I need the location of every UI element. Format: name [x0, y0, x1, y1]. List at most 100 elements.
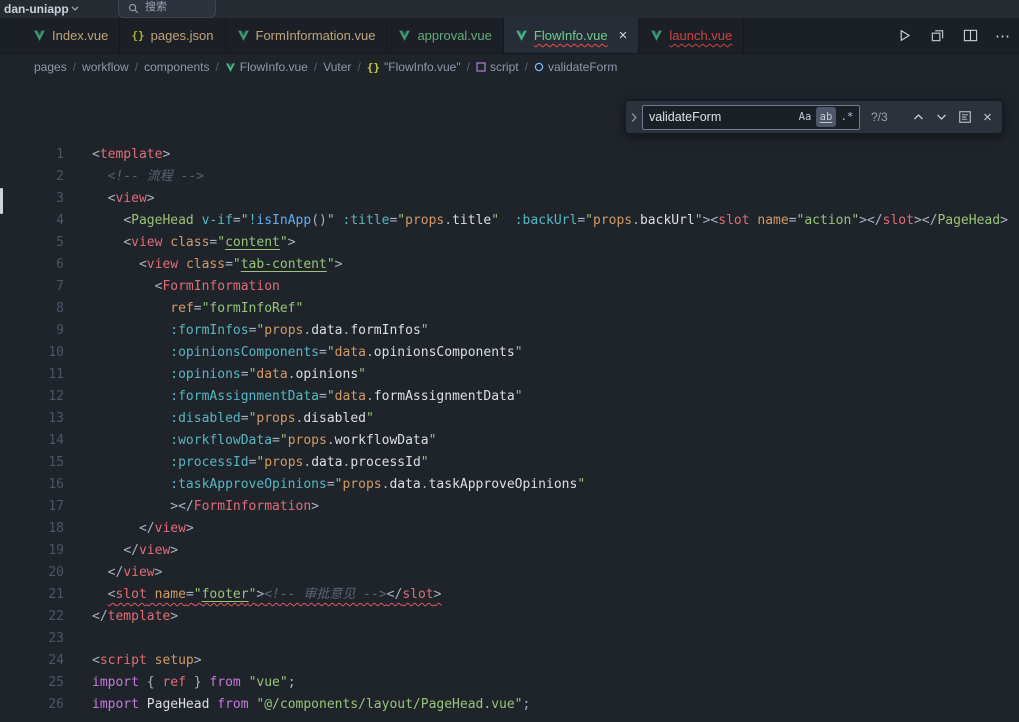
breadcrumb-item-script[interactable]: script [476, 60, 519, 74]
code-line-20[interactable]: 20 </view> [0, 562, 1019, 584]
editor[interactable]: validateForm Aa ab .* ?/3 × 1<template>2… [0, 80, 1019, 722]
regex-toggle[interactable]: .* [837, 107, 857, 127]
code-line-12[interactable]: 12 :formAssignmentData="data.formAssignm… [0, 386, 1019, 408]
workspace-name[interactable]: dan-uniapp [4, 2, 69, 16]
tab-forminformation-vue[interactable]: FormInformation.vue [226, 18, 388, 53]
breadcrumb-item-pages[interactable]: pages [34, 60, 67, 74]
line-number[interactable]: 13 [0, 408, 64, 430]
line-number[interactable]: 23 [0, 628, 64, 650]
code-line-13[interactable]: 13 :disabled="props.disabled" [0, 408, 1019, 430]
code-line-4[interactable]: 4 <PageHead v-if="!isInApp()" :title="pr… [0, 210, 1019, 232]
split-editor-icon[interactable] [960, 25, 980, 47]
line-number[interactable]: 5 [0, 232, 64, 254]
code-line-25[interactable]: 25 import { ref } from "vue"; [0, 672, 1019, 694]
code-line-18[interactable]: 18 </view> [0, 518, 1019, 540]
line-number[interactable]: 7 [0, 276, 64, 298]
line-number[interactable]: 6 [0, 254, 64, 276]
breadcrumb-item-workflow[interactable]: workflow [82, 60, 129, 74]
code-line-9[interactable]: 9 :formInfos="props.data.formInfos" [0, 320, 1019, 342]
more-actions-icon[interactable]: ⋯ [993, 25, 1013, 47]
whole-word-toggle[interactable]: ab [816, 107, 836, 127]
code-line-23[interactable]: 23 [0, 628, 1019, 650]
find-in-selection-icon [958, 110, 972, 124]
tab-approval-vue[interactable]: approval.vue [387, 18, 503, 53]
code-area[interactable]: 1<template>2 <!-- 流程 -->3 <view>4 <PageH… [0, 80, 1019, 716]
line-number[interactable]: 22 [0, 606, 64, 628]
code-text: import { ref } from "vue"; [92, 672, 296, 694]
vue-icon [237, 29, 250, 42]
find-query[interactable]: validateForm [649, 110, 794, 124]
code-line-6[interactable]: 6 <view class="tab-content"> [0, 254, 1019, 276]
tab-label: pages.json [151, 28, 214, 43]
next-match-button[interactable] [931, 107, 952, 128]
play-icon[interactable] [894, 25, 914, 47]
code-line-5[interactable]: 5 <view class="content"> [0, 232, 1019, 254]
tab-flowinfo-vue[interactable]: FlowInfo.vue× [504, 18, 639, 53]
line-number[interactable]: 20 [0, 562, 64, 584]
code-line-1[interactable]: 1 <template> [0, 144, 1019, 166]
line-number[interactable]: 15 [0, 452, 64, 474]
find-in-selection-button[interactable] [954, 107, 975, 128]
code-line-16[interactable]: 16 :taskApproveOpinions="props.data.task… [0, 474, 1019, 496]
line-number[interactable]: 21 [0, 584, 64, 606]
command-center-search[interactable]: 搜索 [118, 0, 216, 18]
breadcrumb-item-components[interactable]: components [144, 60, 209, 74]
search-label: 搜索 [145, 0, 167, 14]
breadcrumb-item-vuter[interactable]: Vuter [323, 60, 351, 74]
line-number[interactable]: 24 [0, 650, 64, 672]
code-text: <template> [92, 144, 170, 166]
breadcrumb-item-validateform[interactable]: validateForm [534, 60, 617, 74]
line-number[interactable]: 17 [0, 496, 64, 518]
close-tab-icon[interactable]: × [619, 28, 628, 43]
vue-icon [398, 29, 411, 42]
line-number[interactable]: 1 [0, 144, 64, 166]
code-line-3[interactable]: 3 <view> [0, 188, 1019, 210]
code-line-7[interactable]: 7 <FormInformation [0, 276, 1019, 298]
line-number[interactable]: 8 [0, 298, 64, 320]
code-text: <!-- 流程 --> [92, 166, 204, 188]
line-number[interactable]: 25 [0, 672, 64, 694]
breadcrumb-item-flowinfo-vue[interactable]: {}"FlowInfo.vue" [367, 60, 461, 74]
line-number[interactable]: 4 [0, 210, 64, 232]
code-line-26[interactable]: 26import PageHead from "@/components/lay… [0, 694, 1019, 716]
line-number[interactable]: 3 [0, 188, 64, 210]
code-text: <view class="content"> [92, 232, 296, 254]
code-line-15[interactable]: 15 :processId="props.data.processId" [0, 452, 1019, 474]
breadcrumb-separator: / [73, 60, 76, 74]
code-line-17[interactable]: 17 ></FormInformation> [0, 496, 1019, 518]
code-line-24[interactable]: 24<script setup> [0, 650, 1019, 672]
find-results-count: ?/3 [871, 110, 897, 124]
line-number[interactable]: 9 [0, 320, 64, 342]
match-case-toggle[interactable]: Aa [795, 107, 815, 127]
line-number[interactable]: 16 [0, 474, 64, 496]
open-changes-icon[interactable] [927, 25, 947, 47]
code-line-2[interactable]: 2 <!-- 流程 --> [0, 166, 1019, 188]
line-number[interactable]: 14 [0, 430, 64, 452]
line-number[interactable]: 10 [0, 342, 64, 364]
code-line-22[interactable]: 22</template> [0, 606, 1019, 628]
vue-icon [515, 29, 528, 42]
tab-launch-vue[interactable]: launch.vue [639, 18, 744, 53]
tab-list: Index.vue{}pages.jsonFormInformation.vue… [0, 18, 744, 53]
line-number[interactable]: 18 [0, 518, 64, 540]
code-line-10[interactable]: 10 :opinionsComponents="data.opinionsCom… [0, 342, 1019, 364]
breadcrumb-separator: / [215, 60, 218, 74]
line-number[interactable]: 2 [0, 166, 64, 188]
close-find-button[interactable]: × [977, 107, 998, 128]
breadcrumb-item-flowinfo-vue[interactable]: FlowInfo.vue [225, 60, 308, 74]
line-number[interactable]: 11 [0, 364, 64, 386]
code-line-8[interactable]: 8 ref="formInfoRef" [0, 298, 1019, 320]
search-icon [128, 3, 139, 14]
tab-index-vue[interactable]: Index.vue [22, 18, 120, 53]
line-number[interactable]: 12 [0, 386, 64, 408]
line-number[interactable]: 19 [0, 540, 64, 562]
tab-pages-json[interactable]: {}pages.json [120, 18, 225, 53]
code-line-21[interactable]: 21 <slot name="footer"><!-- 审批意见 --></sl… [0, 584, 1019, 606]
toggle-replace-chevron[interactable] [626, 101, 642, 133]
code-line-11[interactable]: 11 :opinions="data.opinions" [0, 364, 1019, 386]
line-number[interactable]: 26 [0, 694, 64, 716]
code-line-19[interactable]: 19 </view> [0, 540, 1019, 562]
code-line-14[interactable]: 14 :workflowData="props.workflowData" [0, 430, 1019, 452]
find-input[interactable]: validateForm Aa ab .* [642, 105, 860, 130]
previous-match-button[interactable] [908, 107, 929, 128]
